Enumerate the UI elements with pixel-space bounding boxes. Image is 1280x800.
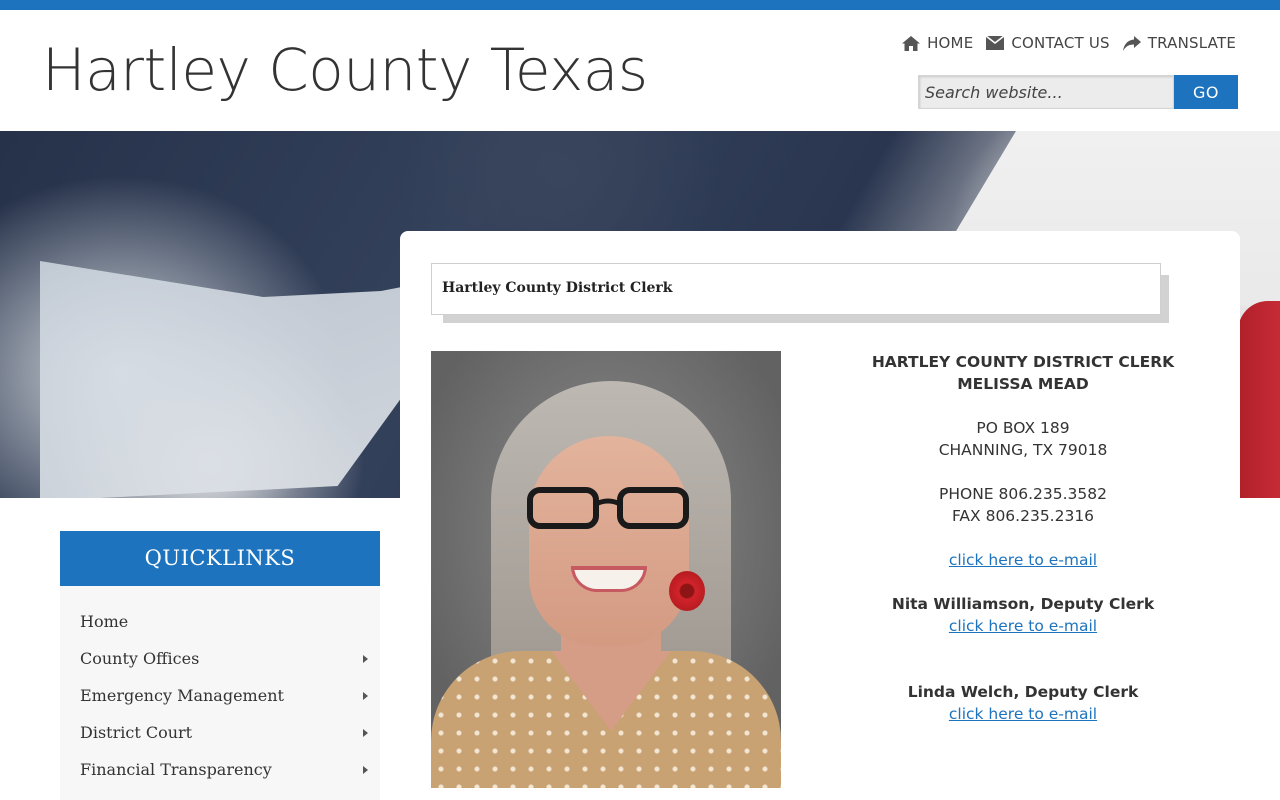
utility-nav: HOME CONTACT US TRANSLATE bbox=[902, 34, 1236, 52]
nav-home-link[interactable]: HOME bbox=[902, 34, 973, 52]
top-accent-stripe bbox=[0, 0, 1280, 10]
site-title[interactable]: Hartley County Texas bbox=[42, 36, 648, 104]
caret-right-icon bbox=[363, 655, 368, 663]
quicklinks-heading: QUICKLINKS bbox=[60, 531, 380, 586]
nav-contact-link[interactable]: CONTACT US bbox=[986, 34, 1110, 52]
portrait-glasses bbox=[527, 487, 689, 529]
share-arrow-icon bbox=[1122, 35, 1141, 51]
search-form: GO bbox=[918, 75, 1238, 109]
clerk-email-link[interactable]: click here to e-mail bbox=[949, 551, 1097, 569]
portrait-face bbox=[529, 436, 689, 646]
portrait-earring bbox=[669, 571, 705, 611]
quicklink-label: Home bbox=[80, 612, 129, 631]
deputy-name: Linda Welch, Deputy Clerk bbox=[907, 683, 1139, 701]
content-card: Hartley County District Clerk HARTLEY CO… bbox=[400, 231, 1240, 800]
deputy-name: Nita Williamson, Deputy Clerk bbox=[891, 595, 1155, 613]
quicklink-county-offices[interactable]: County Offices bbox=[60, 640, 380, 677]
search-go-button[interactable]: GO bbox=[1174, 75, 1238, 109]
search-input[interactable] bbox=[918, 75, 1174, 109]
clerk-portrait-photo bbox=[431, 351, 781, 788]
nav-translate-label: TRANSLATE bbox=[1147, 34, 1236, 52]
clerk-name: MELISSA MEAD bbox=[957, 375, 1089, 393]
deputy-email-link[interactable]: click here to e-mail bbox=[949, 705, 1097, 723]
quicklinks-panel: QUICKLINKS Home County Offices Emergency… bbox=[60, 531, 380, 800]
quicklink-financial-transparency[interactable]: Financial Transparency bbox=[60, 751, 380, 788]
site-header: Hartley County Texas HOME CONTACT US TRA… bbox=[0, 10, 1280, 131]
nav-translate-link[interactable]: TRANSLATE bbox=[1122, 34, 1236, 52]
quicklink-emergency-management[interactable]: Emergency Management bbox=[60, 677, 380, 714]
quicklink-label: District Court bbox=[80, 723, 193, 742]
envelope-icon bbox=[986, 36, 1005, 50]
fax-number: FAX 806.235.2316 bbox=[951, 507, 1095, 525]
phone-number: PHONE 806.235.3582 bbox=[939, 485, 1107, 503]
flag-red-stripe bbox=[1238, 301, 1280, 498]
quicklink-district-court[interactable]: District Court bbox=[60, 714, 380, 751]
caret-right-icon bbox=[363, 692, 368, 700]
page-heading-box: Hartley County District Clerk bbox=[431, 263, 1169, 323]
address-line-2: CHANNING, TX 79018 bbox=[938, 441, 1108, 459]
quicklink-label: Financial Transparency bbox=[80, 760, 272, 779]
nav-home-label: HOME bbox=[927, 34, 974, 52]
nav-contact-label: CONTACT US bbox=[1011, 34, 1110, 52]
clerk-contact-info: HARTLEY COUNTY DISTRICT CLERK MELISSA ME… bbox=[823, 351, 1223, 725]
quicklink-label: Emergency Management bbox=[80, 686, 284, 705]
deputy-email-link[interactable]: click here to e-mail bbox=[949, 617, 1097, 635]
quicklink-label: County Offices bbox=[80, 649, 200, 668]
home-icon bbox=[902, 35, 921, 51]
caret-right-icon bbox=[363, 729, 368, 737]
quicklinks-list: Home County Offices Emergency Management… bbox=[60, 586, 380, 800]
address-line-1: PO BOX 189 bbox=[976, 419, 1070, 437]
caret-right-icon bbox=[363, 766, 368, 774]
quicklink-home[interactable]: Home bbox=[60, 603, 380, 640]
clerk-office-title: HARTLEY COUNTY DISTRICT CLERK bbox=[871, 353, 1175, 371]
page-title: Hartley County District Clerk bbox=[431, 263, 1161, 315]
